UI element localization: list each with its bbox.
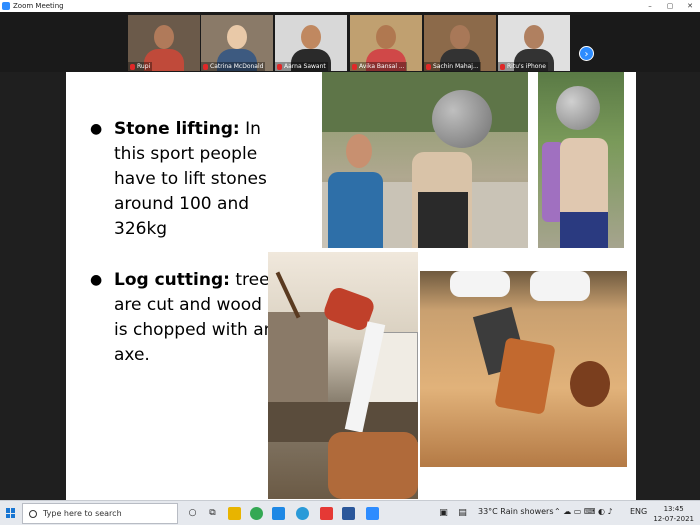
clock-date: 12-07-2021	[653, 515, 694, 523]
participant-head	[154, 25, 174, 49]
participant-head	[227, 25, 247, 49]
participant-tile[interactable]: Avika Bansal ...	[350, 15, 422, 71]
minimize-button[interactable]: –	[640, 0, 660, 12]
participant-name: Rupi	[137, 63, 151, 70]
taskbar-clock[interactable]: 13:45 12-07-2021	[653, 504, 694, 524]
participant-namebar: Avika Bansal ...	[350, 62, 407, 71]
presentation-slide: ● Stone lifting: In this sport people ha…	[66, 72, 636, 500]
word-icon[interactable]	[342, 507, 355, 520]
outlook-icon[interactable]	[272, 507, 285, 520]
stone-ball	[432, 90, 492, 148]
window-title: Zoom Meeting	[13, 2, 64, 10]
file-explorer-icon[interactable]	[228, 507, 241, 520]
camera-icon[interactable]: ▣	[437, 507, 450, 520]
zoom-app-icon	[2, 2, 10, 10]
participant-tile[interactable]: Ritu's iPhone	[498, 15, 570, 71]
trees-background	[322, 72, 528, 132]
bullet-dot: ●	[90, 121, 103, 137]
maximize-button[interactable]: ▢	[660, 0, 680, 12]
lifter-shorts	[560, 212, 608, 248]
participant-namebar: Aarna Sawant	[275, 62, 328, 71]
participant-name: Ritu's iPhone	[507, 63, 546, 70]
wood-knot	[570, 361, 610, 407]
cortana-icon[interactable]: ○	[186, 507, 199, 520]
chrome-icon[interactable]	[250, 507, 263, 520]
shared-screen-area: ● Stone lifting: In this sport people ha…	[0, 72, 700, 500]
participant-tile[interactable]: Catrina McDonald	[201, 15, 273, 71]
mic-muted-icon	[130, 63, 135, 70]
stone-lifting-photo	[322, 72, 528, 248]
participant-head	[301, 25, 321, 49]
participant-tile[interactable]: Aarna Sawant	[275, 15, 347, 71]
participant-gallery: Rupi Catrina McDonald Aarna Sawant Avika…	[0, 12, 700, 72]
shoe-left	[450, 271, 510, 297]
participant-namebar: Catrina McDonald	[201, 62, 266, 71]
mic-muted-icon	[426, 63, 431, 70]
search-placeholder: Type here to search	[43, 509, 122, 518]
participant-namebar: Ritu's iPhone	[498, 62, 548, 71]
wood-chips	[494, 337, 556, 415]
search-icon	[29, 509, 37, 518]
title-bar: Zoom Meeting – ▢ ✕	[0, 0, 700, 12]
mic-muted-icon	[352, 63, 357, 70]
chat-icon[interactable]: ▤	[456, 507, 469, 520]
shoe-right	[530, 271, 590, 301]
bullet-heading: Stone lifting:	[114, 119, 240, 139]
edge-icon[interactable]	[296, 507, 309, 520]
taskbar-search-input[interactable]: Type here to search	[22, 503, 178, 524]
clock-time: 13:45	[663, 505, 684, 513]
participant-head	[450, 25, 470, 49]
log-closeup-photo	[420, 271, 627, 467]
pdf-reader-icon[interactable]	[320, 507, 333, 520]
stone-lifting-photo-2	[538, 72, 624, 248]
language-indicator[interactable]: ENG	[630, 507, 647, 516]
weather-text: 33°C Rain showers	[478, 507, 554, 516]
windows-taskbar: Type here to search ○ ⧉ ▣ ▤ 33°C Rain sh…	[0, 500, 700, 525]
participant-name: Catrina McDonald	[210, 63, 264, 70]
mic-muted-icon	[203, 63, 208, 70]
participant-tile[interactable]: Rupi	[128, 15, 200, 71]
lifter-shorts	[418, 192, 468, 248]
participant-head	[376, 25, 396, 49]
system-tray-icons[interactable]: ⌃ ☁ ▭ ⌨ ◐ ♪	[554, 507, 613, 516]
log-cutting-photo	[268, 252, 418, 499]
participant-namebar: Rupi	[128, 62, 153, 71]
stone-ball	[556, 86, 600, 130]
task-view-icon[interactable]: ⧉	[206, 507, 219, 520]
close-button[interactable]: ✕	[680, 0, 700, 12]
zoom-taskbar-icon[interactable]	[366, 507, 379, 520]
bullet-heading: Log cutting:	[114, 270, 230, 290]
mic-muted-icon	[500, 63, 505, 70]
participant-name: Aarna Sawant	[284, 63, 326, 70]
weather-widget[interactable]: 33°C Rain showers	[478, 507, 553, 516]
spectator-blue-shirt	[328, 172, 383, 248]
participant-namebar: Sachin Mahaj...	[424, 62, 481, 71]
next-page-arrow-icon[interactable]: ›	[579, 46, 594, 61]
spectator-head	[346, 134, 372, 168]
participant-name: Sachin Mahaj...	[433, 63, 479, 70]
wooden-logs	[328, 432, 418, 499]
mic-muted-icon	[277, 63, 282, 70]
participant-name: Avika Bansal ...	[359, 63, 405, 70]
windows-start-icon[interactable]	[6, 508, 16, 518]
window-controls: – ▢ ✕	[640, 0, 700, 12]
slide-bullet-log-cutting: ● Log cutting: trees are cut and wood is…	[90, 268, 279, 368]
bullet-dot: ●	[90, 272, 103, 288]
participant-tile[interactable]: Sachin Mahaj...	[424, 15, 496, 71]
participant-head	[524, 25, 544, 49]
slide-bullet-stone-lifting: ● Stone lifting: In this sport people ha…	[90, 117, 284, 242]
